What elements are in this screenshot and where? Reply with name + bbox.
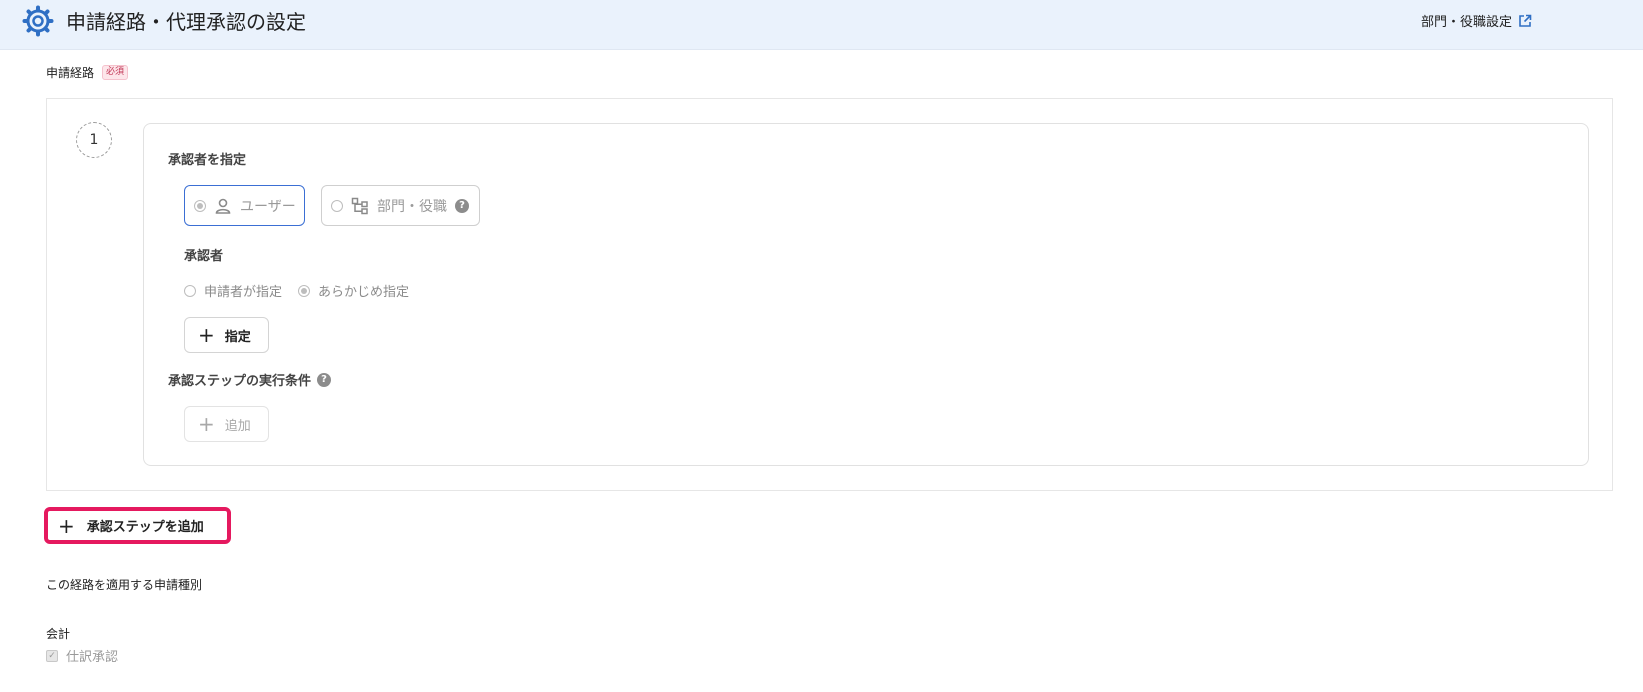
page-header: 申請経路・代理承認の設定 部門・役職設定 — [0, 0, 1643, 50]
dept-option-label: 部門・役職 — [377, 198, 447, 215]
condition-label: 承認ステップの実行条件 ? — [168, 370, 332, 389]
plus-icon: + — [198, 412, 215, 436]
route-label-text: 申請経路 — [46, 66, 95, 80]
predesignated-radio[interactable] — [298, 284, 311, 297]
required-badge: 必須 — [102, 65, 129, 80]
external-link-icon — [1519, 14, 1532, 27]
plus-icon: + — [198, 323, 215, 347]
applicant-designates-label: 申請者が指定 — [204, 285, 283, 300]
dept-role-settings-label: 部門・役職設定 — [1420, 15, 1512, 30]
add-condition-button-label: 追加 — [224, 418, 251, 434]
journal-approval-option[interactable]: ✓ 仕訳承認 — [46, 646, 118, 665]
page-title: 申請経路・代理承認の設定 — [66, 10, 306, 34]
predesignated-label: あらかじめ指定 — [318, 285, 410, 300]
approver-type-user-option[interactable]: ユーザー — [184, 185, 305, 226]
route-label: 申請経路 必須 — [46, 64, 129, 81]
add-approval-step-button[interactable]: + 承認ステップを追加 — [44, 507, 231, 544]
org-chart-icon — [351, 197, 368, 214]
designate-button[interactable]: + 指定 — [184, 317, 269, 353]
designate-button-label: 指定 — [224, 329, 251, 345]
user-radio[interactable] — [194, 199, 206, 212]
journal-approval-label: 仕訳承認 — [66, 650, 119, 665]
applicant-designates-option[interactable]: 申請者が指定 — [184, 281, 282, 300]
approver-spec-label: 承認者を指定 — [168, 153, 247, 168]
approver-method-radios: 申請者が指定 あらかじめ指定 — [184, 281, 409, 300]
applicant-designates-radio[interactable] — [184, 284, 196, 297]
approver-label: 承認者 — [184, 249, 224, 264]
add-condition-button[interactable]: + 追加 — [184, 406, 269, 442]
user-option-label: ユーザー — [240, 198, 296, 215]
dept-role-settings-link[interactable]: 部門・役職設定 — [1421, 11, 1532, 30]
predesignated-option[interactable]: あらかじめ指定 — [298, 281, 409, 300]
dept-radio[interactable] — [331, 199, 343, 212]
step-number: 1 — [76, 122, 112, 158]
help-icon[interactable]: ? — [455, 198, 469, 213]
condition-label-text: 承認ステップの実行条件 — [168, 374, 312, 389]
add-approval-step-label: 承認ステップを追加 — [86, 520, 204, 535]
approver-type-dept-option[interactable]: 部門・役職 ? — [321, 185, 480, 226]
user-icon — [215, 198, 231, 214]
help-icon[interactable]: ? — [317, 372, 332, 387]
apply-application-type-label: この経路を適用する申請種別 — [46, 578, 203, 592]
accounting-group-label: 会計 — [46, 627, 71, 641]
gear-icon — [22, 5, 54, 37]
plus-icon: + — [58, 513, 75, 538]
journal-approval-checkbox[interactable]: ✓ — [46, 649, 58, 662]
